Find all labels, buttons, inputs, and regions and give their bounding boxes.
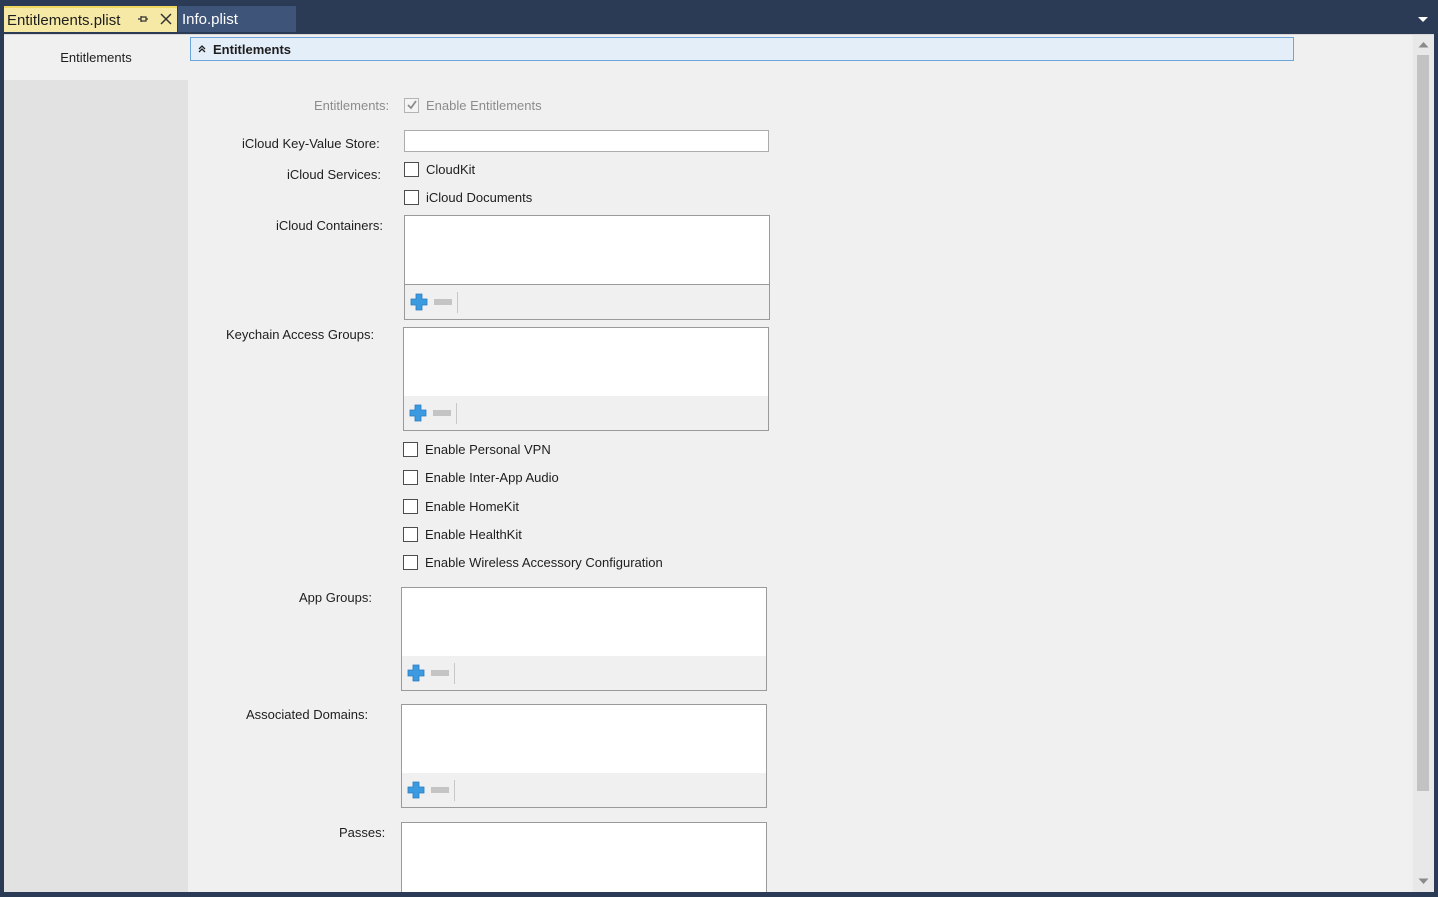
add-icon[interactable] [410, 293, 428, 311]
healthkit-checkbox[interactable] [403, 527, 418, 542]
associated-domains-list-area[interactable] [402, 705, 766, 774]
personal-vpn-label: Enable Personal VPN [425, 442, 551, 457]
section-header-entitlements[interactable]: Entitlements [190, 37, 1294, 61]
collapse-up-icon [198, 45, 206, 53]
remove-icon[interactable] [431, 787, 449, 793]
keychain-access-groups-list[interactable] [403, 327, 769, 431]
close-icon[interactable] [159, 12, 173, 26]
tab-strip: Entitlements.plist Info.plist [0, 0, 1438, 34]
associated-domains-label: Associated Domains: [246, 707, 369, 722]
entitlements-editor: Entitlements Entitlements: Enable Entitl… [188, 35, 1411, 897]
enable-entitlements-checkbox-row[interactable]: Enable Entitlements [404, 98, 542, 113]
add-icon[interactable] [407, 781, 425, 799]
editor-document: Entitlements Entitlements Entitlements: … [4, 34, 1434, 897]
sidebar: Entitlements [4, 35, 188, 893]
tab-label: Entitlements.plist [7, 11, 121, 29]
scrollbar-thumb[interactable] [1417, 55, 1429, 791]
icloud-documents-checkbox[interactable] [404, 190, 419, 205]
icloud-documents-checkbox-row[interactable]: iCloud Documents [404, 190, 532, 205]
inter-app-audio-label: Enable Inter-App Audio [425, 470, 559, 485]
checkmark-icon [407, 100, 417, 110]
wireless-accessory-checkbox-row[interactable]: Enable Wireless Accessory Configuration [403, 555, 663, 570]
icloud-kv-store-input[interactable] [404, 130, 769, 152]
homekit-label: Enable HomeKit [425, 499, 519, 514]
tab-label: Info.plist [182, 10, 238, 28]
inter-app-audio-checkbox[interactable] [403, 470, 418, 485]
toolbar-separator [457, 292, 458, 313]
enable-entitlements-label: Enable Entitlements [426, 98, 542, 113]
sidebar-item-entitlements[interactable]: Entitlements [4, 35, 188, 80]
healthkit-label: Enable HealthKit [425, 527, 522, 542]
icloud-containers-label: iCloud Containers: [276, 218, 383, 233]
toolbar-separator [454, 780, 455, 801]
window-bottom-border [0, 892, 1438, 897]
cloudkit-label: CloudKit [426, 162, 476, 177]
associated-domains-list[interactable] [401, 704, 767, 808]
homekit-checkbox[interactable] [403, 499, 418, 514]
remove-icon[interactable] [431, 670, 449, 676]
icloud-services-label: iCloud Services: [287, 167, 381, 182]
add-icon[interactable] [407, 664, 425, 682]
toolbar-separator [456, 403, 457, 424]
passes-list[interactable] [401, 822, 767, 897]
section-title: Entitlements [213, 41, 292, 57]
personal-vpn-checkbox[interactable] [403, 442, 418, 457]
icloud-containers-list[interactable] [404, 215, 770, 320]
remove-icon[interactable] [434, 299, 452, 305]
remove-icon[interactable] [433, 410, 451, 416]
pin-icon[interactable] [137, 13, 149, 25]
app-groups-list-area[interactable] [402, 588, 766, 657]
icloud-kv-store-label: iCloud Key-Value Store: [242, 136, 380, 151]
icloud-containers-list-area[interactable] [405, 216, 769, 285]
tab-entitlements-plist[interactable]: Entitlements.plist [4, 6, 177, 32]
entitlements-label: Entitlements: [314, 98, 390, 113]
wireless-accessory-label: Enable Wireless Accessory Configuration [425, 555, 663, 570]
toolbar-separator [454, 663, 455, 684]
passes-label: Passes: [339, 825, 386, 840]
app-groups-label: App Groups: [299, 590, 372, 605]
personal-vpn-checkbox-row[interactable]: Enable Personal VPN [403, 442, 551, 457]
icloud-containers-toolbar [405, 285, 769, 319]
app-groups-toolbar [402, 656, 766, 690]
scroll-up-icon[interactable] [1418, 41, 1429, 48]
keychain-access-groups-label: Keychain Access Groups: [226, 327, 375, 342]
cloudkit-checkbox[interactable] [404, 162, 419, 177]
healthkit-checkbox-row[interactable]: Enable HealthKit [403, 527, 522, 542]
vertical-scrollbar[interactable] [1413, 35, 1434, 893]
wireless-accessory-checkbox[interactable] [403, 555, 418, 570]
icloud-documents-label: iCloud Documents [426, 190, 533, 205]
associated-domains-toolbar [402, 773, 766, 807]
cloudkit-checkbox-row[interactable]: CloudKit [404, 162, 475, 177]
add-icon[interactable] [409, 404, 427, 422]
inter-app-audio-checkbox-row[interactable]: Enable Inter-App Audio [403, 470, 559, 485]
keychain-list-area[interactable] [404, 328, 768, 397]
keychain-toolbar [404, 396, 768, 430]
homekit-checkbox-row[interactable]: Enable HomeKit [403, 499, 519, 514]
tab-info-plist[interactable]: Info.plist [178, 6, 296, 32]
tab-overflow-dropdown-icon[interactable] [1417, 16, 1429, 24]
enable-entitlements-checkbox[interactable] [404, 98, 419, 113]
scroll-down-icon[interactable] [1418, 878, 1429, 885]
sidebar-item-label: Entitlements [60, 50, 132, 65]
app-groups-list[interactable] [401, 587, 767, 691]
